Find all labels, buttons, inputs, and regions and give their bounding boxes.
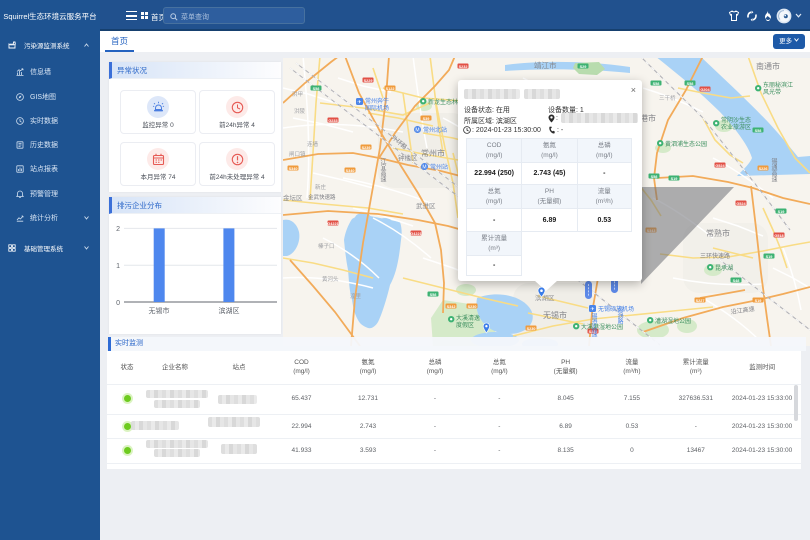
svg-text:S227: S227 <box>696 299 705 303</box>
svg-text:金坛区: 金坛区 <box>283 193 303 202</box>
svg-text:无锡硕放机场: 无锡硕放机场 <box>598 305 634 313</box>
svg-text:S19: S19 <box>766 255 773 259</box>
svg-text:黄泗浦生态公园: 黄泗浦生态公园 <box>665 140 707 148</box>
svg-text:S226: S226 <box>759 167 768 171</box>
svg-text:新龙生态林: 新龙生态林 <box>428 98 458 106</box>
svg-text:金武快速路: 金武快速路 <box>308 193 336 201</box>
svg-text:江宜高速: 江宜高速 <box>379 158 386 183</box>
svg-text:G524: G524 <box>736 202 746 206</box>
svg-text:榛子口: 榛子口 <box>318 242 335 250</box>
svg-text:黄河头: 黄河头 <box>322 275 339 283</box>
svg-text:常阴沙生态: 常阴沙生态 <box>721 116 751 124</box>
svg-text:2: 2 <box>116 226 120 233</box>
svg-text:常州市: 常州市 <box>421 148 445 158</box>
svg-text:S230: S230 <box>527 327 536 331</box>
svg-text:无锡市: 无锡市 <box>543 310 567 320</box>
svg-text:✈: ✈ <box>357 100 361 106</box>
svg-text:S230: S230 <box>468 305 477 309</box>
svg-text:锡通高速: 锡通高速 <box>770 157 777 183</box>
svg-text:无锡市: 无锡市 <box>149 306 170 315</box>
svg-text:南通市: 南通市 <box>756 61 780 71</box>
svg-text:✈: ✈ <box>590 307 594 313</box>
svg-text:新庄: 新庄 <box>315 183 327 191</box>
svg-text:湟里: 湟里 <box>350 292 362 300</box>
svg-text:S58: S58 <box>687 82 694 86</box>
svg-text:国际机场: 国际机场 <box>365 104 389 112</box>
svg-text:S19: S19 <box>778 210 785 214</box>
svg-text:洪陵: 洪陵 <box>294 107 306 115</box>
svg-text:S58: S58 <box>651 175 658 179</box>
svg-text:三环快速路: 三环快速路 <box>700 252 730 260</box>
svg-text:S19: S19 <box>755 299 762 303</box>
svg-text:大溪清逸: 大溪清逸 <box>456 314 480 322</box>
svg-text:昆承湖: 昆承湖 <box>715 264 733 272</box>
svg-text:S239: S239 <box>362 146 371 150</box>
svg-text:S340: S340 <box>289 167 298 171</box>
svg-text:三干桥: 三干桥 <box>659 94 676 102</box>
svg-text:G518: G518 <box>774 234 783 238</box>
svg-text:大溪港湿地公园: 大溪港湿地公园 <box>581 323 623 331</box>
svg-text:常州奔牛: 常州奔牛 <box>365 97 389 105</box>
svg-text:常熟市: 常熟市 <box>706 228 730 238</box>
svg-text:钟楼区: 钟楼区 <box>398 153 418 162</box>
svg-text:滨湖区: 滨湖区 <box>219 306 240 315</box>
svg-text:M: M <box>415 128 419 134</box>
svg-text:M: M <box>422 165 426 171</box>
svg-text:S39: S39 <box>423 117 430 121</box>
svg-text:S29: S29 <box>580 65 587 69</box>
svg-text:S340: S340 <box>346 169 355 173</box>
svg-text:G524: G524 <box>715 164 725 168</box>
svg-text:S232: S232 <box>459 65 468 69</box>
svg-text:农业旅游区: 农业旅游区 <box>721 123 751 131</box>
svg-text:1: 1 <box>116 263 120 270</box>
svg-text:度假区: 度假区 <box>456 321 474 329</box>
svg-text:港市: 港市 <box>640 113 656 123</box>
svg-text:S58: S58 <box>653 82 660 86</box>
svg-text:S229: S229 <box>364 79 373 83</box>
svg-text:S342: S342 <box>447 305 456 309</box>
svg-text:连墙: 连墙 <box>307 140 319 148</box>
svg-text:漕湖湿地公园: 漕湖湿地公园 <box>655 317 691 325</box>
svg-text:东丽秘滨江: 东丽秘滨江 <box>763 81 793 89</box>
svg-text:常州北站: 常州北站 <box>423 126 447 134</box>
svg-text:G204: G204 <box>700 88 710 92</box>
svg-text:G4221: G4221 <box>410 232 421 236</box>
svg-text:G233: G233 <box>328 119 337 123</box>
svg-text:0: 0 <box>116 300 120 307</box>
svg-text:靖江市: 靖江市 <box>534 60 557 70</box>
svg-text:G4221: G4221 <box>327 222 338 226</box>
svg-text:S19: S19 <box>671 177 678 181</box>
svg-text:S58: S58 <box>313 87 320 91</box>
svg-text:S48: S48 <box>733 279 740 283</box>
svg-text:武进区: 武进区 <box>416 201 436 210</box>
svg-text:洪甲: 洪甲 <box>292 90 303 98</box>
svg-text:S58: S58 <box>430 293 437 297</box>
svg-text:S122: S122 <box>386 87 395 91</box>
svg-text:常州站: 常州站 <box>430 163 448 171</box>
svg-text:风光带: 风光带 <box>763 88 781 96</box>
svg-text:闸口镇: 闸口镇 <box>289 150 306 158</box>
svg-text:S58: S58 <box>755 129 762 133</box>
